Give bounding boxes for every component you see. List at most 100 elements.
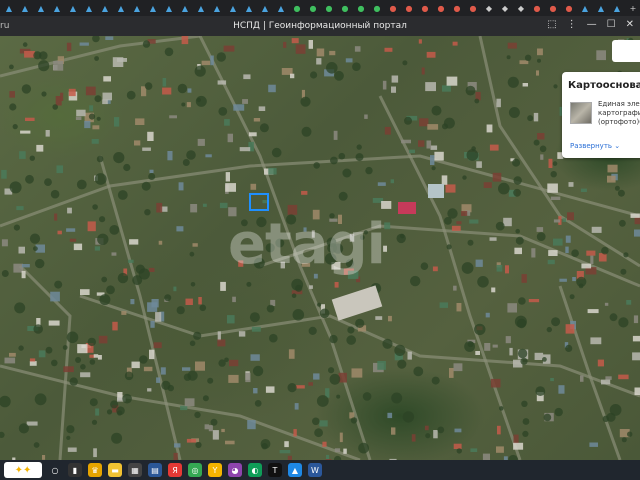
map-tree <box>117 272 129 284</box>
browser-tab[interactable]: ● <box>466 2 480 14</box>
extensions-icon[interactable]: ⬚ <box>547 19 556 30</box>
map-tree <box>312 417 320 426</box>
map-tree <box>477 276 489 288</box>
browser-tab[interactable]: ▲ <box>114 2 128 14</box>
browser-tab[interactable]: ▲ <box>274 2 288 14</box>
map-building <box>69 238 77 242</box>
app-icon-3[interactable]: ▤ <box>148 463 162 477</box>
minimize-button[interactable]: — <box>587 19 597 30</box>
browser-tab[interactable]: ● <box>402 2 416 14</box>
browser-tab[interactable]: ▲ <box>130 2 144 14</box>
basemap-thumbnail[interactable] <box>570 102 592 124</box>
map-building <box>562 218 566 222</box>
browser-tab[interactable]: ● <box>530 2 544 14</box>
browser-tab[interactable]: ▲ <box>258 2 272 14</box>
expand-link[interactable]: Развернуть ⌄ <box>570 142 620 150</box>
browser-tab[interactable]: ▲ <box>178 2 192 14</box>
map-building <box>63 366 74 373</box>
map-building <box>155 312 162 322</box>
browser-tab[interactable]: ▲ <box>242 2 256 14</box>
browser-tab[interactable]: ● <box>306 2 320 14</box>
file-explorer-icon[interactable]: ▬ <box>108 463 122 477</box>
browser-tab[interactable]: ● <box>434 2 448 14</box>
map-tree <box>39 51 48 60</box>
map-tree <box>533 139 540 146</box>
search-icon[interactable]: ○ <box>48 463 62 477</box>
edge-icon[interactable]: ◐ <box>248 463 262 477</box>
map-tree <box>189 340 196 347</box>
map-tree <box>352 62 361 71</box>
map-tree <box>467 239 474 246</box>
map-building <box>384 222 391 230</box>
app-icon-4[interactable]: ◕ <box>228 463 242 477</box>
map-tree <box>51 359 58 367</box>
browser-tab[interactable]: ▲ <box>34 2 48 14</box>
browser-tab[interactable]: ● <box>418 2 432 14</box>
map-building <box>24 51 35 58</box>
browser-tab[interactable]: ● <box>386 2 400 14</box>
chrome-icon[interactable]: ◎ <box>188 463 202 477</box>
app-icon-2[interactable]: ▦ <box>128 463 142 477</box>
yandex-icon[interactable]: Я <box>168 463 182 477</box>
browser-tab[interactable]: ● <box>322 2 336 14</box>
task-view-icon[interactable]: ▮ <box>68 463 82 477</box>
close-button[interactable]: ✕ <box>626 19 634 30</box>
map-building <box>210 55 214 66</box>
maximize-button[interactable]: ☐ <box>607 19 616 30</box>
browser-tab[interactable]: ▲ <box>82 2 96 14</box>
map-tree <box>338 191 348 201</box>
browser-tab[interactable]: ▲ <box>2 2 16 14</box>
tradingview-icon[interactable]: T <box>268 463 282 477</box>
map-building <box>219 202 228 209</box>
browser-tab[interactable]: ● <box>290 2 304 14</box>
panel-tab[interactable] <box>612 40 640 62</box>
app-icon-1[interactable]: ♛ <box>88 463 102 477</box>
browser-tab[interactable]: ● <box>562 2 576 14</box>
map-building <box>496 265 503 272</box>
browser-tab[interactable]: ▲ <box>194 2 208 14</box>
map-building <box>130 299 135 305</box>
browser-tab[interactable]: ● <box>450 2 464 14</box>
start-button[interactable]: ✦✦ <box>4 462 42 478</box>
browser-tab[interactable]: ▲ <box>210 2 224 14</box>
browser-tab[interactable]: ● <box>546 2 560 14</box>
map-tree <box>218 107 228 116</box>
browser-tab[interactable]: ▲ <box>50 2 64 14</box>
browser-tab[interactable]: ▲ <box>66 2 80 14</box>
map-building <box>48 320 60 326</box>
word-icon[interactable]: W <box>308 463 322 477</box>
browser-tab[interactable]: ◆ <box>514 2 528 14</box>
map-tree <box>356 144 362 150</box>
map-tree <box>89 359 96 365</box>
map-building <box>250 354 260 361</box>
new-tab-button[interactable]: + <box>626 2 640 14</box>
map-building <box>461 211 468 216</box>
map-building <box>453 443 462 449</box>
map-tree <box>358 442 369 454</box>
menu-icon[interactable]: ⋮ <box>567 19 577 30</box>
yandex-browser-icon[interactable]: Y <box>208 463 222 477</box>
browser-tab[interactable]: ▲ <box>578 2 592 14</box>
map-tree <box>44 178 52 187</box>
map-tree <box>181 102 186 107</box>
app-icon-5[interactable]: ▲ <box>288 463 302 477</box>
map-building <box>202 203 207 207</box>
browser-tab[interactable]: ● <box>370 2 384 14</box>
browser-tab[interactable]: ● <box>338 2 352 14</box>
browser-tab[interactable]: ▲ <box>594 2 608 14</box>
browser-tab[interactable]: ◆ <box>498 2 512 14</box>
browser-tab[interactable]: ▲ <box>146 2 160 14</box>
map-building <box>430 145 438 150</box>
browser-tab[interactable]: ▲ <box>162 2 176 14</box>
map-building <box>343 448 347 454</box>
browser-tab[interactable]: ▲ <box>226 2 240 14</box>
browser-tab[interactable]: ● <box>354 2 368 14</box>
browser-tab[interactable]: ◆ <box>482 2 496 14</box>
browser-tab[interactable]: ▲ <box>98 2 112 14</box>
map-building <box>25 117 35 121</box>
browser-tab[interactable]: ▲ <box>610 2 624 14</box>
tab-favicon-icon: ▲ <box>117 3 125 13</box>
map-building <box>580 188 587 192</box>
browser-tab[interactable]: ▲ <box>18 2 32 14</box>
satellite-map[interactable]: etagi <box>0 36 640 460</box>
